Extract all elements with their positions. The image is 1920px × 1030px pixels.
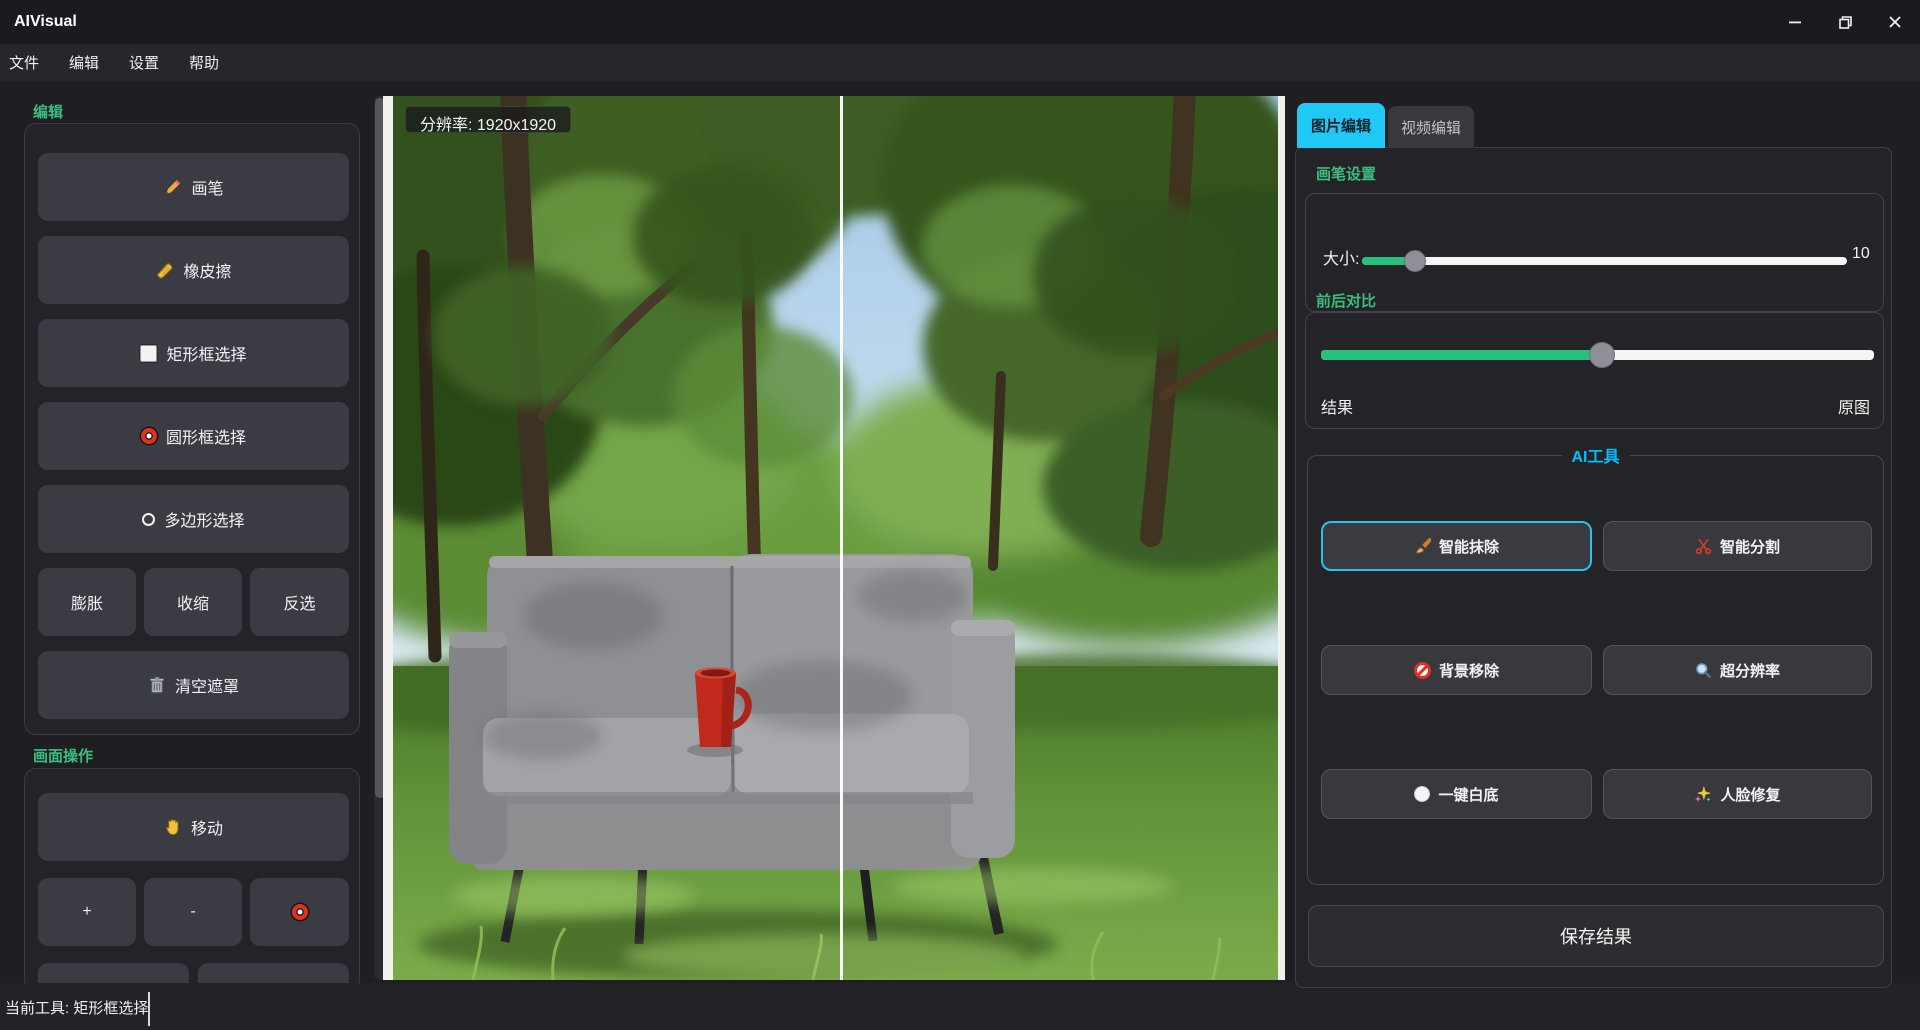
menu-bar: 文件 编辑 设置 帮助 (0, 44, 1920, 81)
menu-item-file[interactable]: 文件 (8, 50, 40, 75)
menu-item-help[interactable]: 帮助 (188, 50, 220, 75)
eraser-icon (155, 261, 174, 280)
polygon-select-icon (142, 513, 155, 526)
brush-size-label: 大小: (1323, 245, 1359, 269)
brush-settings-title: 画笔设置 (1316, 163, 1376, 184)
app-title: AIVisual (14, 13, 77, 31)
menu-item-settings[interactable]: 设置 (128, 50, 160, 75)
partial-button-left[interactable] (38, 963, 189, 983)
scissors-icon (1695, 538, 1712, 555)
title-bar: AIVisual (0, 0, 1920, 44)
sparkles-icon (1694, 785, 1712, 803)
ai-tools-box: AI工具 智能抹除 智能分割 背景移除 超分辨率 一键白底 人脸修复 (1307, 455, 1884, 885)
tab-image-edit[interactable]: 图片编辑 (1297, 103, 1385, 148)
face-restore-button[interactable]: 人脸修复 (1603, 769, 1872, 819)
eraser-button[interactable]: 橡皮擦 (38, 236, 349, 304)
move-button[interactable]: 移动 (38, 793, 349, 861)
clear-mask-button[interactable]: 清空遮罩 (38, 651, 349, 719)
magnifier-icon (1695, 662, 1712, 679)
edit-section-box: 画笔 橡皮擦 矩形框选择 圆形框选择 多边形选择 膨胀 收缩 反选 清空遮罩 (24, 123, 360, 735)
tab-video-edit[interactable]: 视频编辑 (1388, 106, 1474, 148)
rect-select-button[interactable]: 矩形框选择 (38, 319, 349, 387)
zoom-out-button[interactable]: - (144, 878, 242, 946)
current-tool-status: 当前工具: 矩形框选择 (5, 997, 148, 1018)
trash-icon (148, 676, 166, 694)
brush-icon (1414, 538, 1431, 555)
super-res-button[interactable]: 超分辨率 (1603, 645, 1872, 695)
no-entry-icon (1414, 662, 1431, 679)
status-caret (148, 992, 150, 1026)
canvas-section-box: 移动 + - (24, 768, 360, 983)
restore-icon[interactable] (1820, 0, 1870, 44)
brush-settings-box: 大小: 10 (1305, 193, 1884, 312)
rect-select-icon (140, 345, 157, 362)
circle-select-icon (141, 428, 157, 444)
compare-box: 结果 原图 (1305, 312, 1884, 429)
menu-item-edit[interactable]: 编辑 (68, 50, 100, 75)
save-result-button[interactable]: 保存结果 (1308, 905, 1884, 967)
polygon-select-button[interactable]: 多边形选择 (38, 485, 349, 553)
pencil-icon (163, 178, 182, 197)
hand-icon (164, 818, 182, 836)
compare-slider-thumb[interactable] (1589, 342, 1615, 368)
status-bar: 当前工具: 矩形框选择 (0, 983, 1920, 1030)
circle-select-button[interactable]: 圆形框选择 (38, 402, 349, 470)
compare-title: 前后对比 (1316, 290, 1376, 311)
compare-result-label: 结果 (1321, 394, 1353, 418)
photo-couch-park[interactable] (393, 96, 1278, 980)
brush-size-value: 10 (1852, 245, 1870, 263)
compare-slider-fill (1321, 350, 1602, 360)
zoom-in-button[interactable]: + (38, 878, 136, 946)
reset-view-button[interactable] (250, 878, 349, 946)
shrink-button[interactable]: 收缩 (144, 568, 242, 636)
image-canvas[interactable]: 分辨率: 1920x1920 (383, 96, 1285, 980)
smart-erase-button[interactable]: 智能抹除 (1321, 521, 1592, 571)
canvas-section-title: 画面操作 (33, 745, 93, 766)
edit-section-title: 编辑 (33, 101, 63, 122)
compare-original-label: 原图 (1838, 394, 1870, 418)
bg-remove-button[interactable]: 背景移除 (1321, 645, 1592, 695)
window-controls (1770, 0, 1920, 44)
smart-segment-button[interactable]: 智能分割 (1603, 521, 1872, 571)
white-circle-icon (1414, 786, 1430, 802)
compare-split-line[interactable] (840, 96, 843, 980)
compare-slider[interactable] (1321, 350, 1874, 360)
invert-button[interactable]: 反选 (250, 568, 349, 636)
ai-tools-title: AI工具 (1561, 443, 1629, 467)
close-icon[interactable] (1870, 0, 1920, 44)
brush-button[interactable]: 画笔 (38, 153, 349, 221)
brush-size-slider-thumb[interactable] (1404, 250, 1426, 272)
resolution-label: 分辨率: 1920x1920 (405, 106, 571, 133)
brush-size-slider[interactable] (1362, 257, 1847, 265)
red-circle-icon (292, 904, 308, 920)
dilate-button[interactable]: 膨胀 (38, 568, 136, 636)
minimize-icon[interactable] (1770, 0, 1820, 44)
partial-button-right[interactable] (198, 963, 349, 983)
white-bg-button[interactable]: 一键白底 (1321, 769, 1592, 819)
